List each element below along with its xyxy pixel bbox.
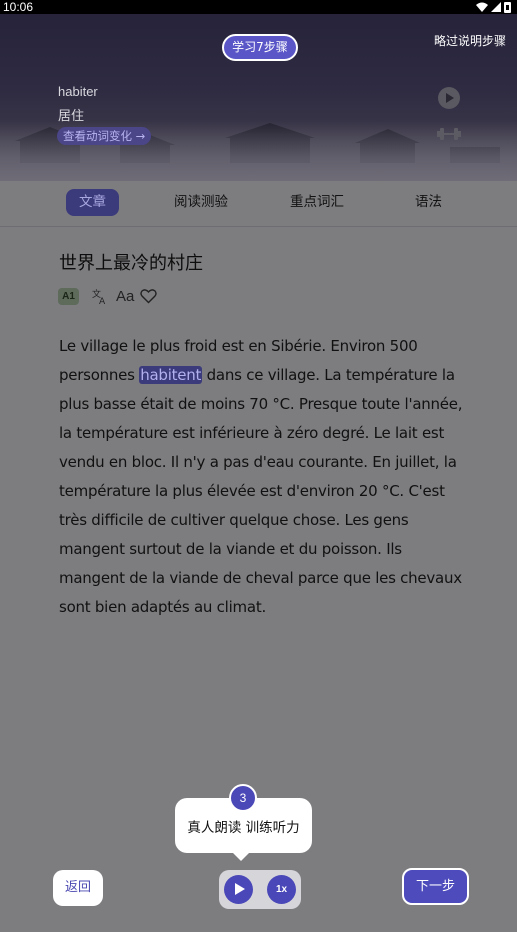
learning-steps-badge[interactable]: 学习7步骤 xyxy=(222,34,298,61)
signal-icon xyxy=(491,2,501,12)
wifi-icon xyxy=(476,2,488,12)
article-body: Le village le plus froid est en Sibérie.… xyxy=(59,332,469,622)
battery-icon xyxy=(504,1,511,13)
next-step-button[interactable]: 下一步 xyxy=(402,868,469,905)
article-text-after: dans ce village. La température la plus … xyxy=(59,366,463,616)
tab-reading-quiz[interactable]: 阅读测验 xyxy=(174,189,228,216)
heart-icon[interactable] xyxy=(140,288,158,304)
verb-conjugation-link[interactable]: 查看动词变化 → xyxy=(57,127,152,145)
play-pronunciation-icon[interactable] xyxy=(438,87,460,109)
highlighted-word[interactable]: habitent xyxy=(139,366,203,384)
tab-bar: 文章 阅读测验 重点词汇 语法 xyxy=(0,181,517,227)
guide-step-number: 3 xyxy=(229,784,257,812)
status-bar: 10:06 xyxy=(0,0,517,14)
skip-guide-link[interactable]: 略过说明步骤 xyxy=(434,32,506,49)
word-meaning: 居住 xyxy=(58,109,85,124)
guide-tooltip-text: 真人朗读 训练听力 xyxy=(187,820,300,836)
translate-icon[interactable]: 文 A xyxy=(92,288,108,304)
tab-grammar[interactable]: 语法 xyxy=(415,189,442,216)
tab-key-vocabulary[interactable]: 重点词汇 xyxy=(290,189,344,216)
status-time: 10:06 xyxy=(3,0,34,14)
status-icons xyxy=(476,1,511,13)
audio-player: 1x xyxy=(219,870,301,909)
font-size-toggle[interactable]: Aa xyxy=(116,288,134,305)
hero-banner: 学习7步骤 略过说明步骤 habiter 居住 查看动词变化 → xyxy=(0,14,517,181)
back-button[interactable]: 返回 xyxy=(53,870,103,906)
level-badge: A1 xyxy=(58,287,79,305)
play-icon[interactable] xyxy=(224,875,253,904)
tab-article[interactable]: 文章 xyxy=(66,189,119,216)
article-meta: A1 文 A Aa xyxy=(58,285,158,307)
word-text: habiter xyxy=(58,84,98,99)
playback-speed-button[interactable]: 1x xyxy=(267,875,296,904)
svg-text:A: A xyxy=(99,297,106,304)
dumbbell-icon[interactable] xyxy=(437,126,461,142)
article-title: 世界上最冷的村庄 xyxy=(59,253,203,274)
